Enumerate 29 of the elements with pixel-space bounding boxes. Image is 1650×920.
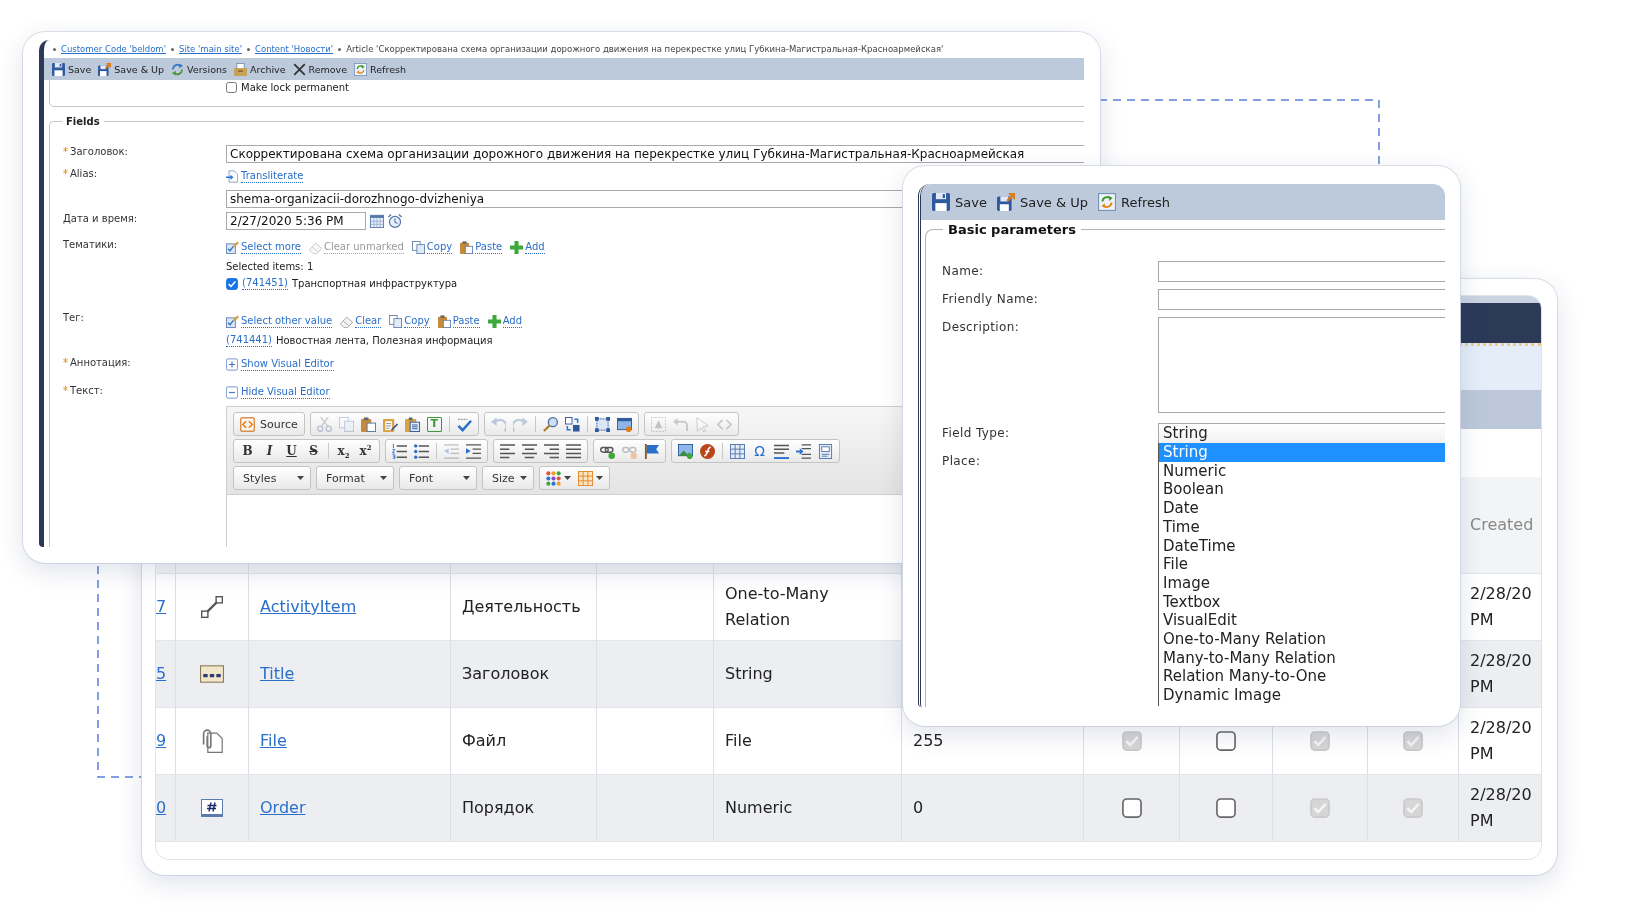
item-title: Транспортная инфраструктура xyxy=(292,277,458,290)
breadcrumb-text: Article 'Скорректирована схема организации дорожного движения на перекрестке улиц Губкина-Магистральная-Красноармейская' xyxy=(346,44,944,54)
table-cell: One-to-Many Relation xyxy=(713,574,901,640)
field-label: Place: xyxy=(942,453,982,469)
field-label: Field Type: xyxy=(942,425,1011,441)
table-cell: Заголовок xyxy=(450,641,596,707)
field-label: Тематики: xyxy=(63,238,118,251)
field-label: Name: xyxy=(942,263,985,279)
field-label: Дата и время: xyxy=(63,212,138,225)
table-cell: Файл xyxy=(450,708,596,774)
table-cell: File xyxy=(713,708,901,774)
field-label: Alias: xyxy=(70,167,98,180)
table-cell: 2/28/20 PM xyxy=(1458,775,1541,841)
selected-count-text: Selected items: 1 xyxy=(226,260,314,273)
table-cell: Деятельность xyxy=(450,574,596,640)
field-label: Description: xyxy=(942,319,1021,335)
field-label: Заголовок: xyxy=(70,145,128,158)
fields-legend: Fields xyxy=(62,115,104,128)
checkbox-label: Make lock permanent xyxy=(241,82,349,93)
table-cell: String xyxy=(713,641,901,707)
field-label: Friendly Name: xyxy=(942,291,1040,307)
item-title: Новостная лента, Полезная информация xyxy=(276,334,493,347)
parameters-legend: Basic parameters xyxy=(943,221,1081,238)
table-cell: Numeric xyxy=(713,775,901,841)
field-label: Тег: xyxy=(63,311,84,324)
field-label: Текст: xyxy=(70,384,103,397)
table-cell: Порядок xyxy=(450,775,596,841)
table-cell: 0 xyxy=(901,775,1083,841)
field-label: Аннотация: xyxy=(70,356,131,369)
